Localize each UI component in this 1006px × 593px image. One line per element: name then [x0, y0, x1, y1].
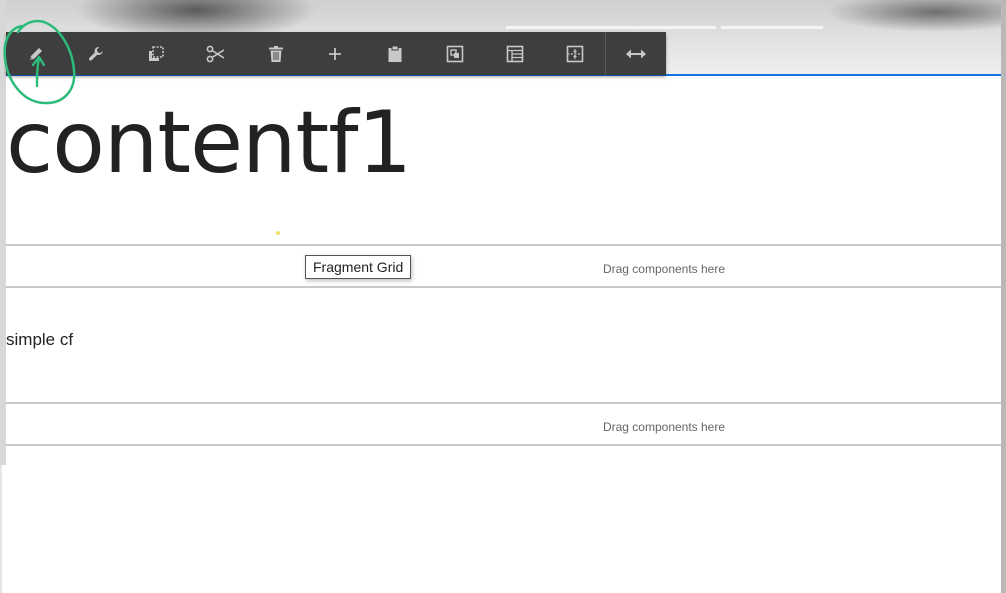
- cursor-dot: [276, 231, 280, 235]
- configure-button[interactable]: [66, 32, 126, 75]
- scissors-icon: [206, 45, 225, 62]
- group-button[interactable]: [425, 32, 485, 75]
- section-divider: [6, 402, 1001, 404]
- dropzone-placeholder[interactable]: Drag components here: [6, 420, 1006, 434]
- edit-button[interactable]: [6, 32, 66, 75]
- layout-icon: [506, 45, 524, 62]
- delete-button[interactable]: [246, 32, 306, 75]
- right-scrollbar[interactable]: [1001, 0, 1006, 593]
- cut-button[interactable]: [186, 32, 246, 75]
- split-button[interactable]: [545, 32, 605, 75]
- paste-button[interactable]: [365, 32, 425, 75]
- copy-icon: [148, 45, 164, 61]
- wrench-icon: [88, 46, 103, 61]
- clipboard-icon: [388, 45, 402, 62]
- layout-button[interactable]: [485, 32, 545, 75]
- resize-button[interactable]: [606, 32, 666, 75]
- page-editor-canvas: contentf1 Drag components here Fragment …: [0, 0, 1006, 593]
- pencil-icon: [29, 47, 42, 60]
- insert-component-button[interactable]: [306, 32, 366, 75]
- component-toolbar: [6, 32, 666, 75]
- left-editor-rail-lower: [0, 465, 2, 593]
- split-icon: [566, 45, 584, 62]
- group-icon: [446, 45, 464, 62]
- double-arrow-icon: [626, 49, 647, 58]
- copy-button[interactable]: [126, 32, 186, 75]
- dropzone-placeholder[interactable]: Drag components here: [6, 262, 1006, 276]
- section-divider: [6, 244, 1001, 246]
- section-divider: [6, 286, 1001, 288]
- fragment-grid-tooltip: Fragment Grid: [305, 255, 412, 279]
- page-title: contentf1: [6, 93, 412, 193]
- section-divider: [6, 444, 1001, 446]
- fragment-text[interactable]: simple cf: [6, 330, 73, 350]
- banner-highlight: [721, 26, 823, 29]
- banner-highlight: [506, 26, 716, 29]
- plus-icon: [329, 47, 342, 60]
- trash-icon: [268, 45, 283, 62]
